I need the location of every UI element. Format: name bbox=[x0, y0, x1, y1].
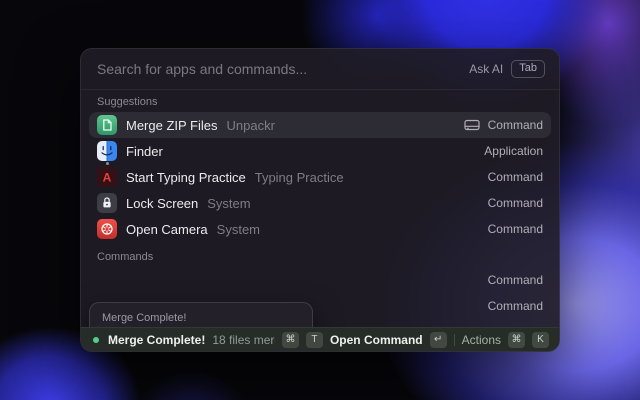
camera-icon bbox=[97, 219, 117, 239]
row-title: Start Typing Practice bbox=[126, 170, 246, 185]
row-accessory: Application bbox=[484, 144, 543, 158]
section-header-suggestions: Suggestions bbox=[89, 90, 551, 112]
row-title: Finder bbox=[126, 144, 163, 159]
row-title: Merge ZIP Files bbox=[126, 118, 218, 133]
row-title: Lock Screen bbox=[126, 196, 198, 211]
statusbar-divider bbox=[454, 334, 455, 346]
row-accessory: Command bbox=[488, 222, 543, 236]
status-message: 18 files merged, 1 duplicates skippe... bbox=[212, 333, 275, 347]
t-key-badge: T bbox=[306, 332, 323, 348]
row-accessory: Command bbox=[488, 196, 543, 210]
list-item-start-typing-practice[interactable]: A Start Typing Practice Typing Practice … bbox=[89, 164, 551, 190]
row-subtitle: System bbox=[207, 196, 250, 211]
ask-ai-label: Ask AI bbox=[469, 62, 503, 76]
row-accessory: Command bbox=[488, 170, 543, 184]
k-key-badge: K bbox=[532, 332, 549, 348]
row-subtitle: System bbox=[217, 222, 260, 237]
tab-key-badge: Tab bbox=[511, 60, 545, 78]
row-title: Open Camera bbox=[126, 222, 208, 237]
search-input[interactable] bbox=[95, 60, 461, 78]
row-accessory: Command bbox=[488, 299, 543, 313]
list-item-lock-screen[interactable]: Lock Screen System Command bbox=[89, 190, 551, 216]
enter-key-badge: ↵ bbox=[430, 332, 447, 348]
success-dot-icon bbox=[93, 337, 99, 343]
finder-icon bbox=[97, 141, 117, 161]
launcher-window: Ask AI Tab Suggestions Merge ZIP Files U… bbox=[80, 48, 560, 352]
zip-merge-icon bbox=[97, 115, 117, 135]
svg-text:A: A bbox=[103, 171, 112, 185]
status-bar: Merge Complete! 18 files merged, 1 dupli… bbox=[81, 327, 559, 351]
typing-practice-icon: A bbox=[97, 167, 117, 187]
status-title: Merge Complete! bbox=[108, 333, 205, 347]
section-header-commands: Commands bbox=[89, 242, 551, 267]
row-subtitle: Unpackr bbox=[227, 118, 275, 133]
hard-drive-icon bbox=[464, 119, 480, 131]
merge-complete-toast: Merge Complete! 18 files merged, 1 dupli… bbox=[89, 302, 313, 327]
row-subtitle: Typing Practice bbox=[255, 170, 344, 185]
list-item-finder[interactable]: Finder Application bbox=[89, 138, 551, 164]
row-accessory: Command bbox=[488, 273, 543, 287]
results-list: Suggestions Merge ZIP Files Unpackr bbox=[81, 90, 559, 327]
list-item-covered-1[interactable]: Command bbox=[89, 267, 551, 293]
cmd-key-badge-2: ⌘ bbox=[508, 332, 525, 348]
cmd-key-badge: ⌘ bbox=[282, 332, 299, 348]
lock-icon bbox=[97, 193, 117, 213]
running-indicator-dot bbox=[106, 162, 109, 165]
list-item-merge-zip-files[interactable]: Merge ZIP Files Unpackr Command bbox=[89, 112, 551, 138]
list-item-open-camera[interactable]: Open Camera System Command bbox=[89, 216, 551, 242]
search-bar: Ask AI Tab bbox=[81, 49, 559, 89]
actions-button[interactable]: Actions bbox=[462, 333, 501, 347]
row-accessory: Command bbox=[488, 118, 543, 132]
ask-ai-button[interactable]: Ask AI Tab bbox=[469, 60, 545, 78]
open-command-button[interactable]: Open Command bbox=[330, 333, 423, 347]
toast-title: Merge Complete! bbox=[102, 312, 300, 324]
